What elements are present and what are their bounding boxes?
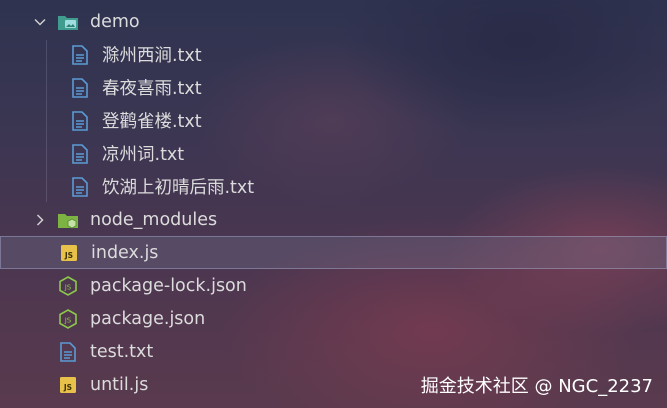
file-label: 滁州西涧.txt <box>102 46 202 66</box>
file-row[interactable]: JS package.json <box>0 302 667 335</box>
text-file-icon <box>69 44 91 66</box>
folder-node-modules[interactable]: node_modules <box>0 203 667 236</box>
svg-text:JS: JS <box>63 383 72 392</box>
text-file-icon <box>69 143 91 165</box>
js-file-icon: JS <box>57 374 79 396</box>
file-row[interactable]: 春夜喜雨.txt <box>0 71 667 104</box>
file-row[interactable]: 凉州词.txt <box>0 137 667 170</box>
file-label: index.js <box>91 242 159 263</box>
folder-node-icon <box>57 209 79 231</box>
text-file-icon <box>69 110 91 132</box>
file-label: 登鹳雀楼.txt <box>102 112 202 132</box>
node-json-icon: JS <box>57 275 79 297</box>
folder-label: demo <box>90 11 140 32</box>
js-file-icon: JS <box>58 242 80 264</box>
file-label: 春夜喜雨.txt <box>102 79 202 99</box>
file-label: 饮湖上初晴后雨.txt <box>102 178 255 198</box>
file-label: 凉州词.txt <box>102 145 185 165</box>
watermark: 掘金技术社区 @ NGC_2237 <box>420 376 653 397</box>
file-row-selected[interactable]: JS index.js <box>0 236 667 269</box>
file-label: package-lock.json <box>90 275 247 296</box>
text-file-icon <box>69 77 91 99</box>
text-file-icon <box>57 341 79 363</box>
svg-text:JS: JS <box>64 251 73 260</box>
file-row[interactable]: 饮湖上初晴后雨.txt <box>0 170 667 203</box>
chevron-down-icon[interactable] <box>29 11 51 33</box>
folder-image-icon <box>57 11 79 33</box>
file-label: until.js <box>90 374 149 395</box>
file-row[interactable]: 登鹳雀楼.txt <box>0 104 667 137</box>
svg-text:JS: JS <box>64 316 72 324</box>
file-label: test.txt <box>90 341 154 362</box>
file-row[interactable]: JS package-lock.json <box>0 269 667 302</box>
file-row[interactable]: 滁州西涧.txt <box>0 38 667 71</box>
svg-text:JS: JS <box>64 283 72 291</box>
folder-label: node_modules <box>90 209 218 230</box>
chevron-right-icon[interactable] <box>29 209 51 231</box>
folder-demo[interactable]: demo <box>0 5 667 38</box>
text-file-icon <box>69 176 91 198</box>
file-row[interactable]: test.txt <box>0 335 667 368</box>
node-json-icon: JS <box>57 308 79 330</box>
file-label: package.json <box>90 308 206 329</box>
